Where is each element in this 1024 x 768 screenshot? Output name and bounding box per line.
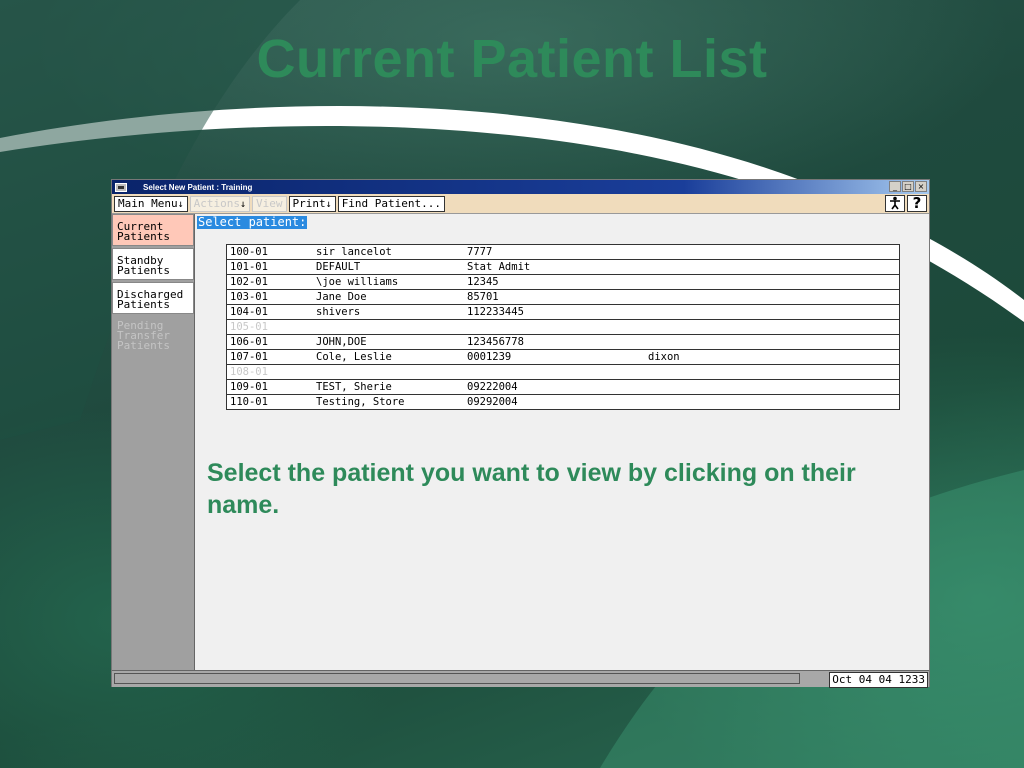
main-menu-button[interactable]: Main Menu↓ xyxy=(114,195,188,212)
patient-id: 109-01 xyxy=(230,381,268,393)
patient-number: Stat Admit xyxy=(467,261,531,273)
table-row[interactable]: 104-01 shivers 112233445 xyxy=(227,305,899,320)
patient-number: 112233445 xyxy=(467,306,524,318)
table-row[interactable]: 109-01 TEST, Sherie 09222004 xyxy=(227,380,899,395)
status-message-area xyxy=(114,673,800,684)
arrow-down-icon: ↓ xyxy=(177,198,184,210)
patient-id: 106-01 xyxy=(230,336,268,348)
view-button[interactable]: View xyxy=(252,195,287,212)
main-content: Select patient: 100-01 sir lancelot 7777 1… xyxy=(195,214,929,670)
person-icon[interactable] xyxy=(885,195,905,212)
patient-number: 123456778 xyxy=(467,336,524,348)
patient-id: 107-01 xyxy=(230,351,268,363)
actions-menu-button[interactable]: Actions↓ xyxy=(189,195,251,212)
window-title: Select New Patient : Training xyxy=(143,182,253,192)
slide-title: Current Patient List xyxy=(256,29,768,89)
patient-number: 85701 xyxy=(467,291,499,303)
patient-number: 09292004 xyxy=(467,396,518,408)
patient-name[interactable]: TEST, Sherie xyxy=(316,380,392,394)
table-row-empty: 105-01 xyxy=(227,320,899,335)
patient-number: 0001239 xyxy=(467,351,512,363)
patient-extra: dixon xyxy=(648,351,680,363)
window-titlebar[interactable]: Select New Patient : Training _ □ × xyxy=(112,180,929,194)
patient-name[interactable]: Testing, Store xyxy=(316,395,405,409)
patient-name[interactable]: Jane Doe xyxy=(316,290,367,304)
person-icon-glyph xyxy=(890,196,900,210)
patient-id: 100-01 xyxy=(230,246,268,258)
patient-table: 100-01 sir lancelot 7777 101-01 DEFAULT Stat… xyxy=(226,244,900,410)
patient-id: 110-01 xyxy=(230,396,268,408)
sidebar-item-current-patients[interactable]: Current Patients xyxy=(112,214,194,246)
print-menu-button[interactable]: Print↓ xyxy=(288,195,336,212)
help-icon[interactable]: ? xyxy=(907,195,927,212)
patient-name[interactable]: \joe williams xyxy=(316,275,398,289)
print-menu-label: Print xyxy=(292,196,326,210)
patient-id: 102-01 xyxy=(230,276,268,288)
close-icon[interactable]: × xyxy=(915,181,927,192)
sidebar-item-discharged-patients[interactable]: Discharged Patients xyxy=(112,282,194,314)
patient-id: 103-01 xyxy=(230,291,268,303)
arrow-down-icon: ↓ xyxy=(240,198,247,210)
table-row-empty: 108-01 xyxy=(227,365,899,380)
app-icon xyxy=(115,182,127,192)
patient-name[interactable]: Cole, Leslie xyxy=(316,350,392,364)
patient-id: 101-01 xyxy=(230,261,268,273)
sidebar-item-pending-transfer-patients: Pending Transfer Patients xyxy=(112,316,194,351)
window-controls: _ □ × xyxy=(889,181,927,192)
maximize-icon[interactable]: □ xyxy=(902,181,914,192)
patient-number: 7777 xyxy=(467,246,493,258)
instruction-text: Select the patient you want to view by c… xyxy=(207,459,856,519)
patient-name[interactable]: sir lancelot xyxy=(316,245,392,259)
status-datetime: Oct 04 04 1233 xyxy=(829,672,928,688)
patient-name[interactable]: DEFAULT xyxy=(316,260,360,274)
select-patient-label: Select patient: xyxy=(197,215,308,229)
table-row[interactable]: 103-01 Jane Doe 85701 xyxy=(227,290,899,305)
table-row[interactable]: 100-01 sir lancelot 7777 xyxy=(227,245,899,260)
table-row[interactable]: 107-01 Cole, Leslie 0001239 dixon xyxy=(227,350,899,365)
patient-number: 12345 xyxy=(467,276,499,288)
minimize-icon[interactable]: _ xyxy=(889,181,901,192)
patient-id: 108-01 xyxy=(230,366,268,378)
table-row[interactable]: 101-01 DEFAULT Stat Admit xyxy=(227,260,899,275)
patient-id: 105-01 xyxy=(230,321,268,333)
statusbar: Oct 04 04 1233 xyxy=(112,670,929,688)
actions-menu-label: Actions xyxy=(193,196,240,210)
main-menu-label: Main Menu xyxy=(118,196,178,210)
arrow-down-icon: ↓ xyxy=(325,198,332,210)
find-patient-button[interactable]: Find Patient... xyxy=(337,195,446,212)
table-row[interactable]: 106-01 JOHN,DOE 123456778 xyxy=(227,335,899,350)
patient-name[interactable]: JOHN,DOE xyxy=(316,335,367,349)
table-row[interactable]: 102-01 \joe williams 12345 xyxy=(227,275,899,290)
toolbar-icons: ? xyxy=(885,195,927,212)
patient-category-sidebar: Current Patients Standby Patients Discha… xyxy=(112,214,195,670)
patient-number: 09222004 xyxy=(467,381,518,393)
patient-id: 104-01 xyxy=(230,306,268,318)
sidebar-item-standby-patients[interactable]: Standby Patients xyxy=(112,248,194,280)
menubar: Main Menu↓ Actions↓ View Print↓ Find Pat… xyxy=(112,194,929,214)
patient-select-window: Select New Patient : Training _ □ × Main… xyxy=(111,179,930,688)
table-row[interactable]: 110-01 Testing, Store 09292004 xyxy=(227,395,899,409)
patient-name[interactable]: shivers xyxy=(316,305,360,319)
